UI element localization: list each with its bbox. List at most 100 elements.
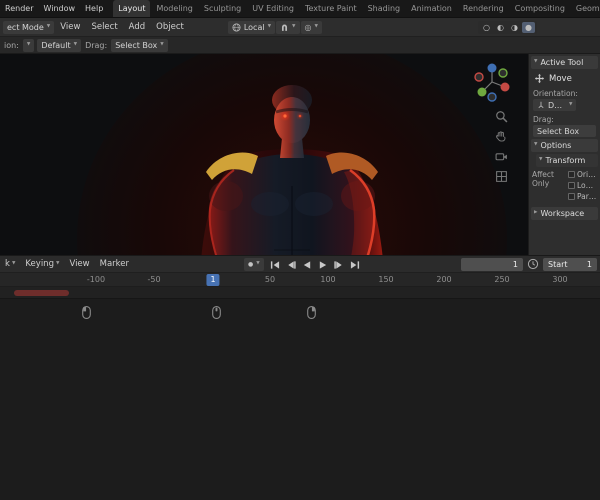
gizmo-z-axis[interactable] — [487, 63, 497, 73]
blender-window: Render Window Help Layout Modeling Sculp… — [0, 0, 600, 500]
current-frame-playhead[interactable]: 1 — [206, 274, 220, 286]
viewport-render-canvas[interactable] — [0, 54, 528, 255]
pan-hand-icon[interactable] — [495, 130, 508, 143]
menu-object[interactable]: Object — [151, 22, 189, 32]
drag-label: Drag: — [85, 40, 108, 50]
frame-start-field[interactable]: Start 1 — [543, 257, 597, 271]
ruler-tick: 50 — [264, 275, 276, 284]
tab-shading[interactable]: Shading — [363, 0, 406, 17]
tab-geometry-nodes[interactable]: Geometry Nodes — [571, 0, 600, 17]
sidebar: ▼ Active Tool Move Orientation: Default … — [528, 54, 600, 255]
chevron-down-icon: ▼ — [46, 23, 51, 29]
gizmo-x-neg[interactable] — [474, 72, 484, 82]
chevron-down-icon: ▼ — [55, 260, 60, 266]
play-reverse-button[interactable] — [300, 258, 315, 271]
auto-keying-button[interactable]: ● ▼ — [244, 258, 264, 271]
viewport-nav-icons — [495, 110, 508, 183]
checkbox-parents[interactable]: Parents — [568, 192, 597, 201]
tab-sculpting[interactable]: Sculpting — [199, 0, 246, 17]
menu-keying[interactable]: Keying ▼ — [20, 259, 64, 269]
globe-icon — [232, 22, 241, 32]
playback-label: k — [5, 259, 10, 269]
current-frame-field[interactable]: 1 — [461, 257, 523, 271]
jump-to-start-button[interactable] — [268, 258, 283, 271]
sidebar-orientation-dropdown[interactable]: Default ▼ — [533, 99, 577, 111]
panel-header-options[interactable]: ▼ Options — [531, 139, 598, 152]
drag-mode-dropdown[interactable]: Select Box ▼ — [111, 38, 168, 52]
menu-add[interactable]: Add — [124, 22, 150, 32]
magnet-icon — [282, 24, 288, 31]
prev-keyframe-button[interactable] — [284, 258, 299, 271]
chevron-down-icon: ▼ — [11, 260, 16, 266]
timeline-ruler[interactable]: -100 -50 50 100 150 200 250 300 1 — [0, 273, 600, 287]
menu-help[interactable]: Help — [80, 0, 108, 17]
checkbox-parents-label: Parents — [577, 192, 597, 201]
face — [274, 97, 310, 143]
orientation-value: Local — [243, 22, 265, 32]
timeline-fields: 1 Start 1 — [461, 257, 597, 271]
grid-toggle-icon[interactable] — [495, 170, 508, 183]
proportional-editing-dropdown[interactable]: ◎ ▼ — [300, 20, 322, 34]
menu-select[interactable]: Select — [86, 22, 122, 32]
panel-header-transform[interactable]: ▼ Transform — [536, 154, 598, 167]
active-tool-row[interactable]: Move — [529, 70, 600, 87]
right-eye-glow — [298, 114, 302, 118]
snap-dropdown[interactable]: ▼ — [276, 20, 300, 34]
gizmo-x-axis[interactable] — [500, 82, 510, 92]
tool-icon-dropdown[interactable]: ▼ — [22, 38, 35, 52]
start-label: Start — [548, 259, 568, 269]
start-value: 1 — [586, 259, 592, 269]
topbar: Render Window Help Layout Modeling Sculp… — [0, 0, 600, 18]
checkbox-locations[interactable]: Locations — [568, 181, 597, 190]
mouse-right-icon — [307, 306, 316, 319]
active-tool-name: Move — [549, 73, 572, 84]
tab-texture-paint[interactable]: Texture Paint — [300, 0, 362, 17]
panel-header-workspace[interactable]: ▶ Workspace — [531, 207, 598, 220]
jump-to-end-button[interactable] — [348, 258, 363, 271]
menu-timeline-view[interactable]: View — [64, 259, 94, 269]
chevron-down-icon: ▼ — [160, 41, 164, 47]
menu-playback-fragment[interactable]: k ▼ — [3, 259, 20, 269]
tool-preset-dropdown[interactable]: Default ▼ — [37, 38, 82, 52]
orientation-label: Orientation: — [533, 89, 578, 98]
menu-render[interactable]: Render — [0, 0, 38, 17]
timeline-header: k ▼ Keying ▼ View Marker ● ▼ 1 Start 1 — [0, 255, 600, 273]
shading-material-icon[interactable]: ◑ — [508, 22, 521, 33]
gizmo-z-neg[interactable] — [487, 92, 497, 102]
current-frame-value: 1 — [512, 259, 518, 269]
shading-wireframe-icon[interactable]: ○ — [480, 22, 493, 33]
checkbox-origins[interactable]: Origins — [568, 170, 597, 179]
tab-compositing[interactable]: Compositing — [510, 0, 570, 17]
menu-view[interactable]: View — [55, 22, 85, 32]
gizmo-y-axis[interactable] — [477, 87, 487, 97]
transform-orientation-dropdown[interactable]: Local ▼ — [227, 20, 276, 34]
menu-window[interactable]: Window — [38, 0, 80, 17]
menu-marker[interactable]: Marker — [95, 259, 134, 269]
camera-view-icon[interactable] — [495, 150, 508, 163]
play-button[interactable] — [316, 258, 331, 271]
shading-solid-icon[interactable]: ◐ — [494, 22, 507, 33]
tab-modeling[interactable]: Modeling — [151, 0, 197, 17]
tab-layout[interactable]: Layout — [113, 0, 151, 17]
tab-animation[interactable]: Animation — [406, 0, 457, 17]
tab-uv-editing[interactable]: UV Editing — [247, 0, 299, 17]
shading-rendered-icon[interactable]: ● — [522, 21, 535, 33]
clock-icon[interactable] — [527, 258, 539, 270]
proportional-editing-icon: ◎ — [304, 22, 312, 32]
panel-header-active-tool[interactable]: ▼ Active Tool — [531, 56, 598, 69]
gizmo-y-neg[interactable] — [498, 68, 508, 78]
navigation-gizmo[interactable] — [470, 57, 514, 107]
viewport-header: ect Mode ▼ View Select Add Object Local … — [0, 18, 600, 37]
zoom-icon[interactable] — [495, 110, 508, 123]
checkbox-box — [568, 171, 575, 178]
chevron-down-icon: ▼ — [569, 101, 573, 107]
chevron-down-icon: ▼ — [314, 23, 318, 29]
chevron-down-icon: ▼ — [73, 41, 78, 47]
tab-rendering[interactable]: Rendering — [458, 0, 509, 17]
chevron-down-icon: ▼ — [534, 59, 538, 65]
timeline-scrollbar[interactable] — [14, 290, 69, 296]
3d-viewport[interactable] — [0, 54, 528, 255]
mode-dropdown[interactable]: ect Mode ▼ — [3, 20, 55, 34]
sidebar-drag-value-button[interactable]: Select Box — [533, 125, 596, 137]
next-keyframe-button[interactable] — [332, 258, 347, 271]
